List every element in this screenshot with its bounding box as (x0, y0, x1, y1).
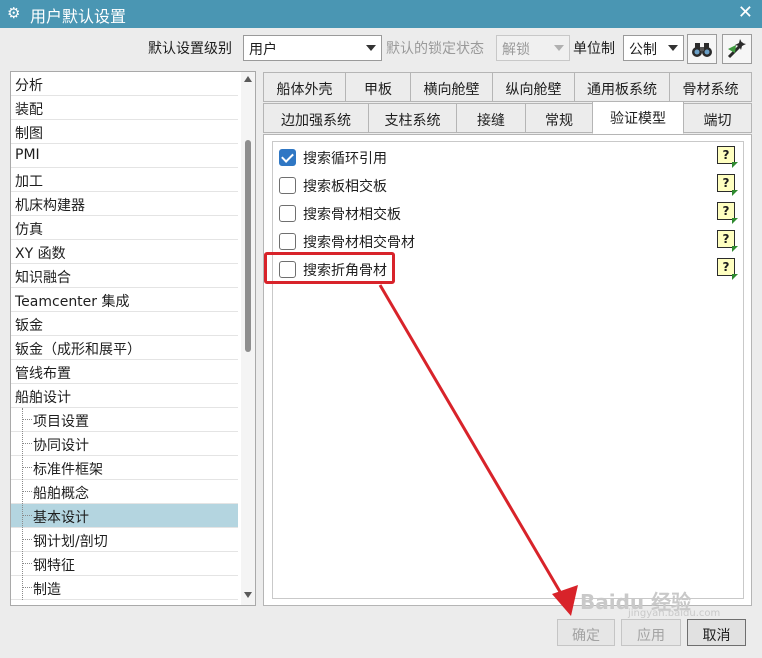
lock-state-label: 默认的锁定状态 (386, 41, 484, 57)
tree-connector (22, 491, 32, 493)
tree-item-sheet-metal[interactable]: 钣金 (11, 312, 238, 336)
tree-item-drafting[interactable]: 制图 (11, 120, 238, 144)
tree-item-ship-concept[interactable]: 船舶概念 (11, 480, 238, 504)
default-level-value: 用户 (249, 42, 277, 58)
tab-transverse-bulkhead[interactable]: 横向舱壁 (410, 72, 493, 102)
lock-state-select: 解锁 (496, 35, 570, 61)
wand-icon (727, 39, 746, 59)
scroll-up-icon[interactable] (244, 76, 252, 82)
unit-value: 公制 (629, 42, 657, 58)
tab-longitudinal-bulkhead[interactable]: 纵向舱壁 (492, 72, 575, 102)
scroll-down-icon[interactable] (244, 592, 252, 598)
tree-item-project-settings[interactable]: 项目设置 (11, 408, 238, 432)
option-label: 搜索循环引用 (303, 151, 387, 167)
tree-connector (22, 443, 32, 445)
tree-item-standard-parts[interactable]: 标准件框架 (11, 456, 238, 480)
option-row-plate-intersect-plate[interactable]: 搜索板相交板 ? (273, 173, 743, 197)
tab-deck[interactable]: 甲板 (345, 72, 411, 102)
chevron-down-icon (554, 45, 564, 51)
apply-button[interactable]: 应用 (621, 619, 681, 646)
window-title: 用户默认设置 (30, 7, 127, 26)
category-tree[interactable]: 分析 装配 制图 PMI 加工 机床构建器 仿真 XY 函数 知识融合 Team… (10, 71, 256, 606)
tree-item-sheet-metal-flat[interactable]: 钣金（成形和展平） (11, 336, 238, 360)
tab-general[interactable]: 常规 (525, 103, 593, 133)
option-row-stiffener-intersect-stiffener[interactable]: 搜索骨材相交骨材 ? (273, 229, 743, 253)
tab-seam[interactable]: 接缝 (456, 103, 526, 133)
manage-defaults-button[interactable] (722, 34, 752, 64)
tree-item-analysis[interactable]: 分析 (11, 72, 238, 96)
tab-content-panel: 搜索循环引用 ? 搜索板相交板 ? 搜索骨材相交板 ? 搜索骨材相交骨材 ? 搜… (263, 134, 752, 606)
close-icon[interactable]: ✕ (738, 2, 753, 23)
tree-item-simulation[interactable]: 仿真 (11, 216, 238, 240)
option-row-stiffener-intersect-plate[interactable]: 搜索骨材相交板 ? (273, 201, 743, 225)
tree-connector (22, 467, 32, 469)
gear-icon: ⚙ (7, 4, 21, 22)
binoculars-icon (692, 43, 712, 57)
option-label: 搜索骨材相交骨材 (303, 235, 415, 251)
chevron-down-icon (366, 45, 376, 51)
option-label: 搜索折角骨材 (303, 263, 387, 279)
tab-general-plate-system[interactable]: 通用板系统 (574, 72, 670, 102)
tree-connector (22, 539, 32, 541)
tree-item-steel-features[interactable]: 钢特征 (11, 552, 238, 576)
validation-options-group: 搜索循环引用 ? 搜索板相交板 ? 搜索骨材相交板 ? 搜索骨材相交骨材 ? 搜… (272, 141, 744, 599)
tree-item-ship-design[interactable]: 船舶设计 (11, 384, 238, 408)
tree-item-xy-function[interactable]: XY 函数 (11, 240, 238, 264)
tab-pillar-system[interactable]: 支柱系统 (368, 103, 457, 133)
tab-end-cut[interactable]: 端切 (683, 103, 752, 133)
title-bar: ⚙ 用户默认设置 ✕ (0, 0, 762, 28)
unit-select[interactable]: 公制 (623, 35, 684, 61)
tree-connector (22, 563, 32, 565)
default-level-select[interactable]: 用户 (243, 35, 382, 61)
tree-item-manufacturing[interactable]: 加工 (11, 168, 238, 192)
ok-button[interactable]: 确定 (557, 619, 615, 646)
watermark-logo: Baidu 经验 jingyan.baidu.com (580, 590, 721, 619)
find-defaults-button[interactable] (687, 34, 717, 64)
tree-item-collaborative-design[interactable]: 协同设计 (11, 432, 238, 456)
tree-item-machine-builder[interactable]: 机床构建器 (11, 192, 238, 216)
tree-item-steel-planning[interactable]: 钢计划/剖切 (11, 528, 238, 552)
help-icon[interactable]: ? (717, 258, 738, 280)
help-icon[interactable]: ? (717, 174, 738, 196)
lock-state-value: 解锁 (502, 42, 530, 58)
scrollbar-thumb[interactable] (245, 140, 251, 352)
tree-item-routing[interactable]: 管线布置 (11, 360, 238, 384)
option-label: 搜索板相交板 (303, 179, 387, 195)
tree-item-pmi[interactable]: PMI (11, 144, 238, 168)
tree-connector (22, 408, 24, 600)
unit-label: 单位制 (573, 41, 615, 57)
tab-stiffener-system[interactable]: 骨材系统 (669, 72, 752, 102)
option-label: 搜索骨材相交板 (303, 207, 401, 223)
help-icon[interactable]: ? (717, 230, 738, 252)
tree-connector (22, 515, 32, 517)
cancel-button[interactable]: 取消 (687, 619, 746, 646)
tree-item-assembly[interactable]: 装配 (11, 96, 238, 120)
tree-connector (22, 587, 32, 589)
tab-edge-reinforcement[interactable]: 边加强系统 (263, 103, 369, 133)
tree-item-knowledge-fusion[interactable]: 知识融合 (11, 264, 238, 288)
tree-item-teamcenter[interactable]: Teamcenter 集成 (11, 288, 238, 312)
tab-hull-shell[interactable]: 船体外壳 (263, 72, 346, 102)
help-icon[interactable]: ? (717, 202, 738, 224)
checkbox-circular-reference[interactable] (279, 149, 296, 166)
tree-connector (22, 419, 32, 421)
option-row-circular-reference[interactable]: 搜索循环引用 ? (273, 145, 743, 169)
checkbox-plate-intersect-plate[interactable] (279, 177, 296, 194)
checkbox-stiffener-intersect-plate[interactable] (279, 205, 296, 222)
tab-validation-model[interactable]: 验证模型 (592, 101, 684, 134)
checkbox-stiffener-intersect-stiffener[interactable] (279, 233, 296, 250)
default-level-label: 默认设置级别 (148, 41, 232, 57)
tree-item-basic-design[interactable]: 基本设计 (11, 504, 238, 528)
option-row-knuckled-stiffener[interactable]: 搜索折角骨材 ? (273, 257, 743, 281)
help-icon[interactable]: ? (717, 146, 738, 168)
tree-item-production[interactable]: 制造 (11, 576, 238, 600)
chevron-down-icon (668, 45, 678, 51)
checkbox-knuckled-stiffener[interactable] (279, 261, 296, 278)
